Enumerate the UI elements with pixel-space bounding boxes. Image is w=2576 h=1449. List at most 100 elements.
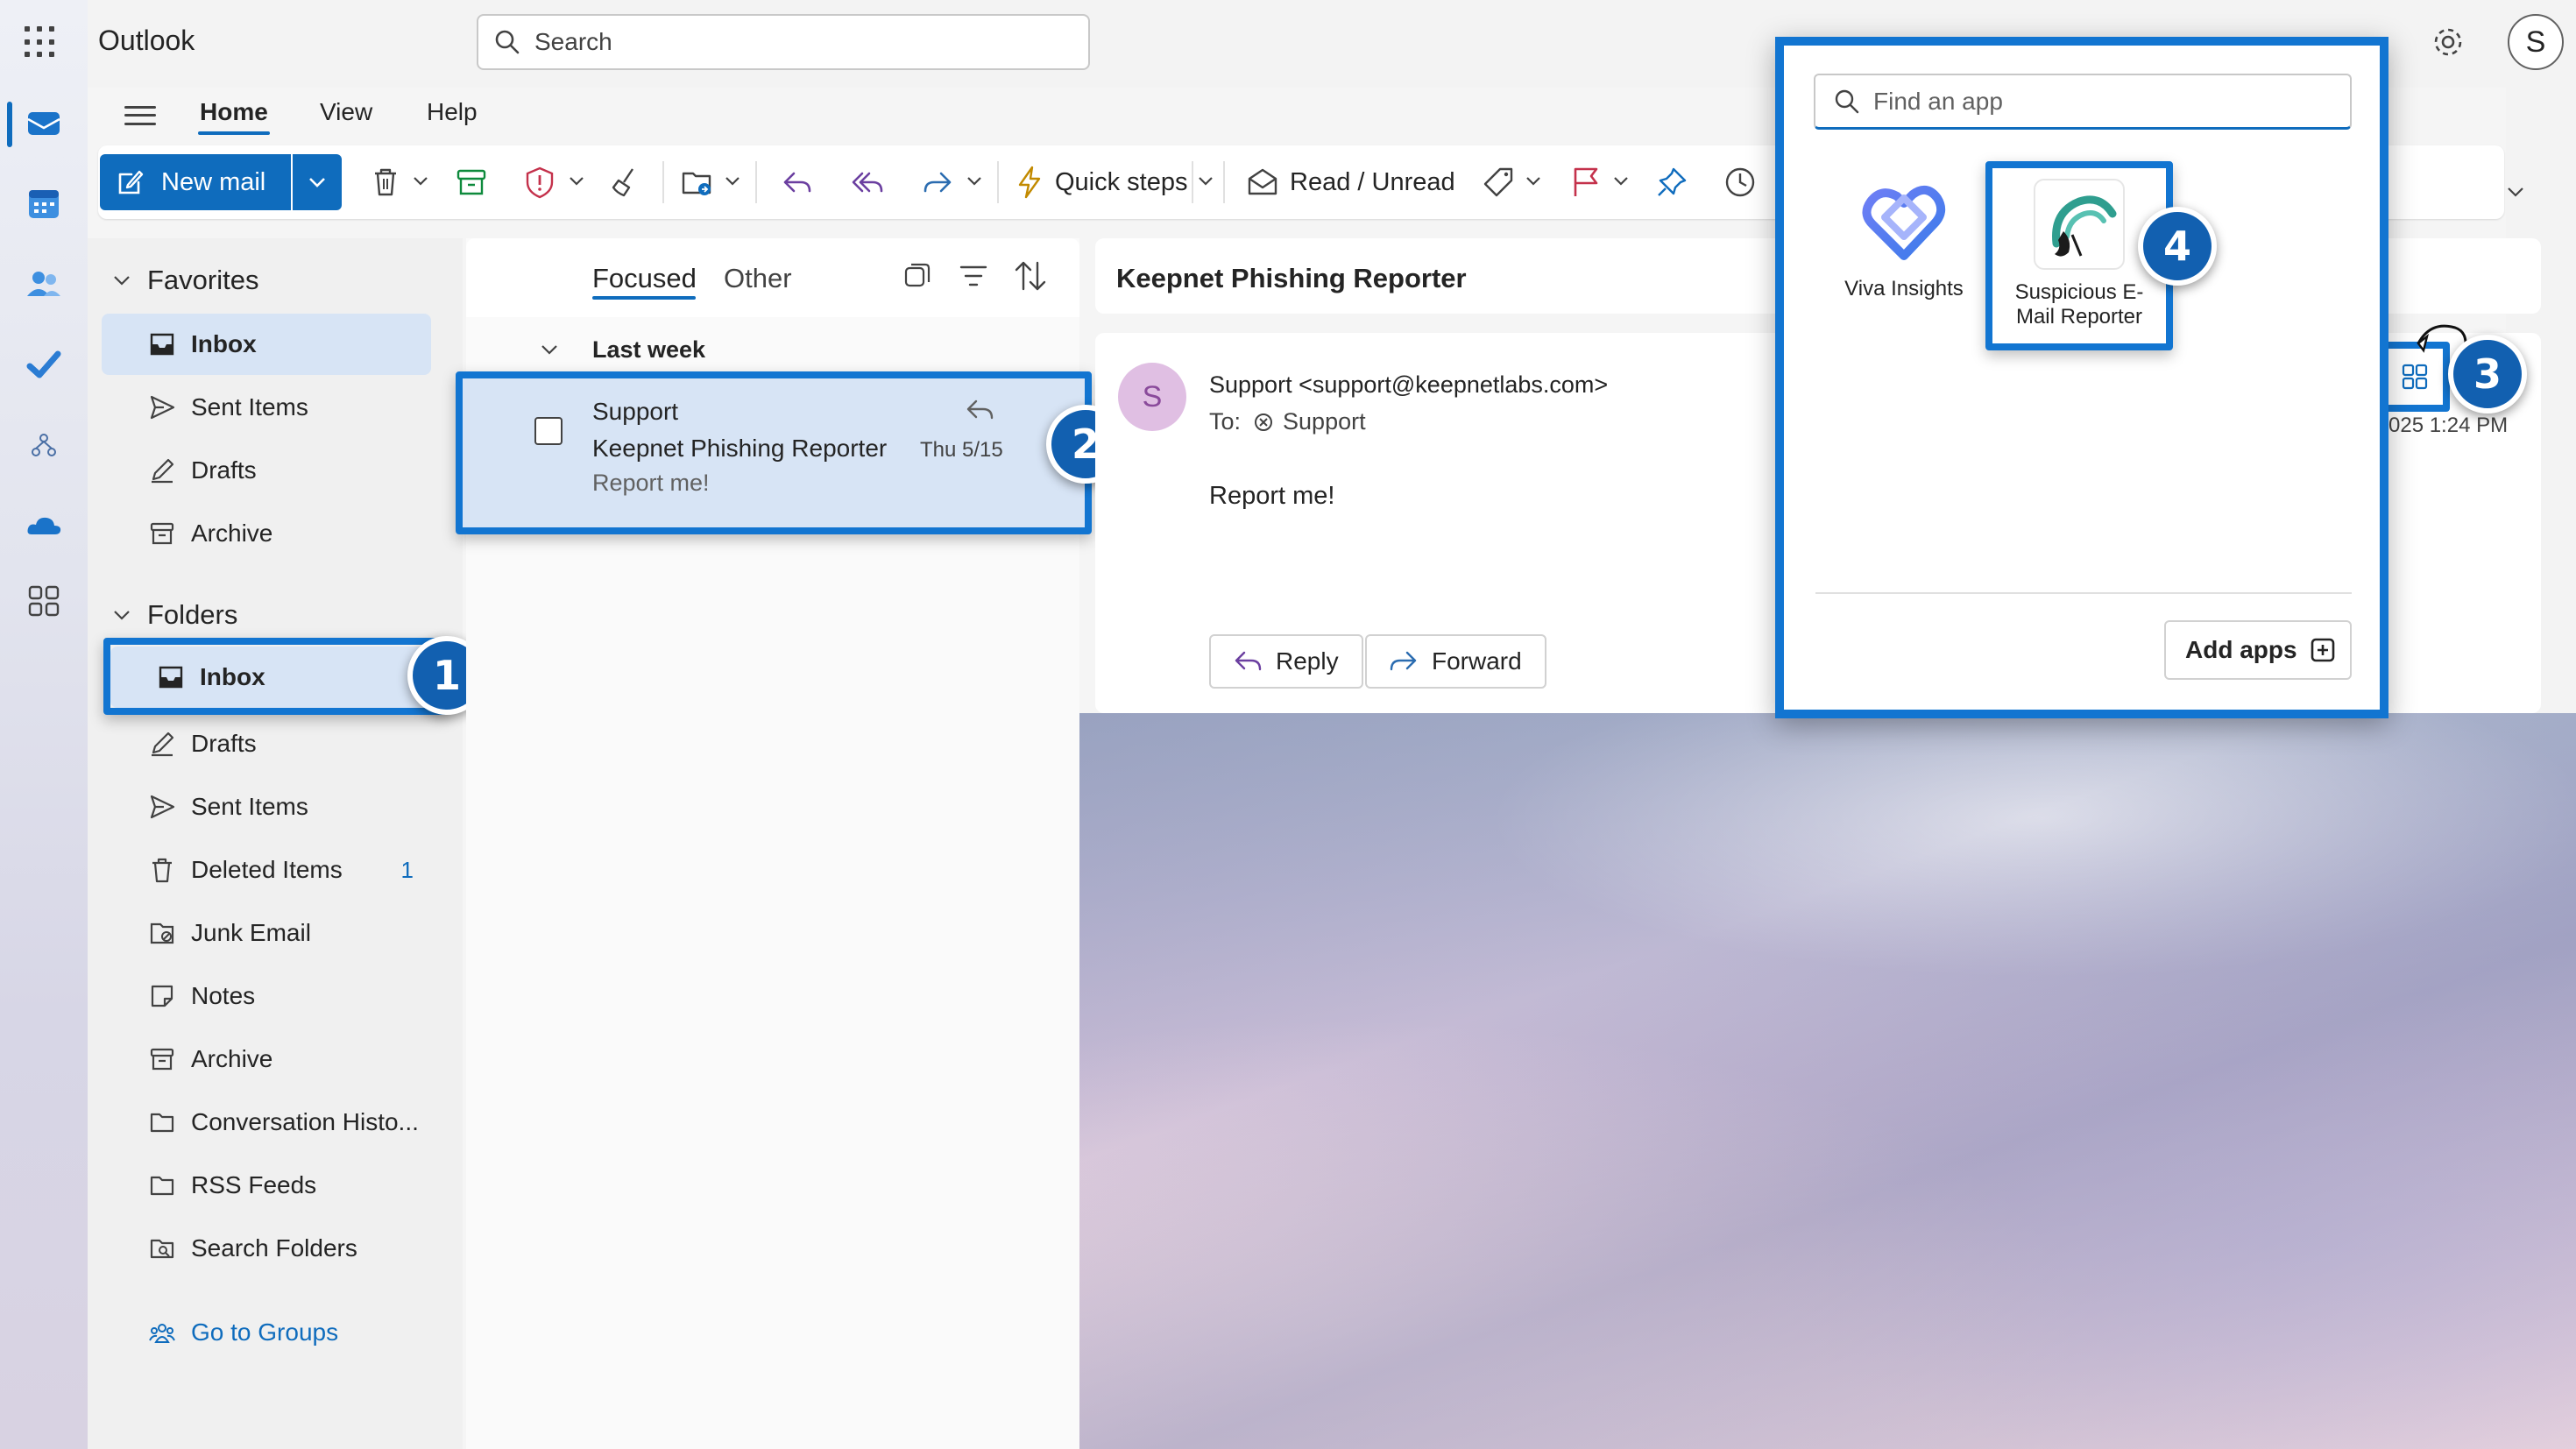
settings-gear-icon[interactable]: [2431, 25, 2466, 60]
chevron-down-icon[interactable]: [966, 175, 983, 187]
to-label: To:: [1209, 408, 1242, 435]
new-mail-dropdown[interactable]: [293, 154, 342, 210]
favorites-title: Favorites: [147, 265, 259, 295]
message-date: Thu 5/15: [920, 438, 1003, 462]
to-recipient[interactable]: Support: [1283, 408, 1366, 435]
tab-help[interactable]: Help: [427, 98, 478, 126]
tab-other[interactable]: Other: [724, 263, 792, 294]
reply-all-icon[interactable]: [850, 165, 885, 200]
sweep-icon[interactable]: [608, 165, 643, 200]
reply-icon[interactable]: [780, 165, 815, 200]
send-icon: [150, 795, 175, 819]
tab-home[interactable]: Home: [200, 98, 268, 126]
folders-drafts[interactable]: Drafts: [102, 713, 431, 774]
app-tile-suspicious-email-reporter[interactable]: Suspicious E- Mail Reporter: [2003, 179, 2155, 329]
folders-header[interactable]: Folders: [112, 599, 237, 631]
chevron-down-icon: [114, 276, 130, 286]
calendar-app-icon[interactable]: [25, 184, 63, 223]
folders-title: Folders: [147, 599, 238, 630]
folder-label: Deleted Items: [191, 856, 343, 883]
folder-label: Junk Email: [191, 919, 311, 946]
hamburger-menu-icon[interactable]: [123, 98, 158, 133]
app-launcher-icon[interactable]: [25, 26, 56, 58]
todo-app-icon[interactable]: [25, 345, 63, 384]
message-preview: Report me!: [592, 470, 710, 496]
apps-icon[interactable]: [2399, 361, 2431, 392]
onedrive-icon[interactable]: [25, 506, 63, 545]
folder-icon: [150, 1113, 174, 1133]
pin-icon[interactable]: [1654, 165, 1689, 200]
favorites-inbox[interactable]: Inbox: [102, 314, 431, 375]
group-header-last-week: Last week: [592, 336, 706, 363]
folders-junk-email[interactable]: Junk Email: [102, 902, 431, 964]
folders-search-folders[interactable]: Search Folders: [102, 1218, 431, 1279]
folder-label: Drafts: [191, 456, 257, 484]
chevron-down-icon[interactable]: [1525, 175, 1542, 187]
chevron-down-icon[interactable]: [1612, 175, 1630, 187]
folders-notes[interactable]: Notes: [102, 965, 431, 1027]
go-to-groups-link[interactable]: Go to Groups: [102, 1302, 431, 1363]
forward-icon[interactable]: [920, 165, 955, 200]
mail-app-icon[interactable]: [25, 103, 63, 142]
sender-avatar[interactable]: S: [1118, 363, 1186, 431]
archive-icon: [150, 1048, 174, 1071]
folders-sent-items[interactable]: Sent Items: [102, 776, 431, 838]
tag-icon[interactable]: [1481, 165, 1516, 200]
people-app-icon[interactable]: [25, 265, 63, 303]
email-from[interactable]: Support <support@keepnetlabs.com>: [1209, 371, 1608, 399]
snooze-clock-icon[interactable]: [1723, 165, 1758, 200]
chevron-down-icon[interactable]: [412, 175, 429, 187]
delete-icon[interactable]: [368, 165, 403, 200]
app-name: Viva Insights: [1844, 277, 1964, 300]
more-apps-icon[interactable]: [25, 582, 63, 620]
viva-insights-icon: [1858, 175, 1950, 266]
search-icon: [1835, 89, 1859, 113]
quick-steps-button[interactable]: Quick steps: [1015, 163, 1188, 201]
folders-conversation-history[interactable]: Conversation Histo...: [102, 1092, 431, 1153]
chevron-down-icon[interactable]: [540, 343, 559, 356]
favorites-header[interactable]: Favorites: [112, 265, 258, 296]
report-icon[interactable]: [522, 165, 557, 200]
app-title: Outlook: [98, 25, 195, 56]
folders-archive[interactable]: Archive: [102, 1028, 431, 1090]
search-icon: [495, 30, 520, 54]
find-app-input[interactable]: Find an app: [1814, 74, 2352, 130]
chevron-down-icon[interactable]: [1197, 175, 1214, 187]
move-to-folder-icon[interactable]: [680, 165, 715, 200]
recipient-status-icon: [1255, 413, 1273, 431]
archive-icon[interactable]: [454, 165, 489, 200]
flag-icon[interactable]: [1568, 165, 1603, 200]
tab-focused[interactable]: Focused: [592, 263, 697, 294]
select-multiple-icon[interactable]: [902, 261, 932, 291]
sort-icon[interactable]: [1013, 259, 1048, 293]
favorites-sent-items[interactable]: Sent Items: [102, 377, 431, 438]
tab-view[interactable]: View: [320, 98, 372, 126]
new-mail-button[interactable]: New mail: [100, 154, 291, 210]
read-unread-button[interactable]: Read / Unread: [1246, 163, 1455, 201]
profile-avatar[interactable]: S: [2508, 14, 2564, 70]
org-explorer-icon[interactable]: [25, 426, 63, 464]
favorites-archive[interactable]: Archive: [102, 503, 431, 564]
flyout-divider: [1815, 592, 2352, 594]
add-apps-button[interactable]: Add apps: [2164, 620, 2352, 680]
tab-home-underline: [198, 131, 270, 135]
reply-button[interactable]: Reply: [1209, 634, 1363, 689]
replied-icon: [966, 399, 994, 420]
pencil-icon: [152, 458, 174, 484]
chevron-down-icon[interactable]: [568, 175, 585, 187]
message-checkbox[interactable]: [534, 417, 563, 445]
filter-icon[interactable]: [959, 263, 988, 289]
tab-focused-underline: [592, 296, 696, 300]
chevron-down-icon[interactable]: [724, 175, 741, 187]
app-tile-viva-insights[interactable]: Viva Insights: [1838, 175, 1970, 301]
folders-rss-feeds[interactable]: RSS Feeds: [102, 1155, 431, 1216]
favorites-drafts[interactable]: Drafts: [102, 440, 431, 501]
folders-deleted-items[interactable]: Deleted Items 1: [102, 839, 431, 901]
search-input[interactable]: Search: [477, 14, 1090, 70]
ribbon-expand-icon[interactable]: [2506, 186, 2525, 198]
forward-button[interactable]: Forward: [1365, 634, 1546, 689]
junk-icon: [150, 922, 174, 944]
ribbon-separator: [1223, 161, 1225, 203]
message-sender: Support: [592, 398, 679, 425]
folders-inbox[interactable]: Inbox: [110, 647, 442, 708]
